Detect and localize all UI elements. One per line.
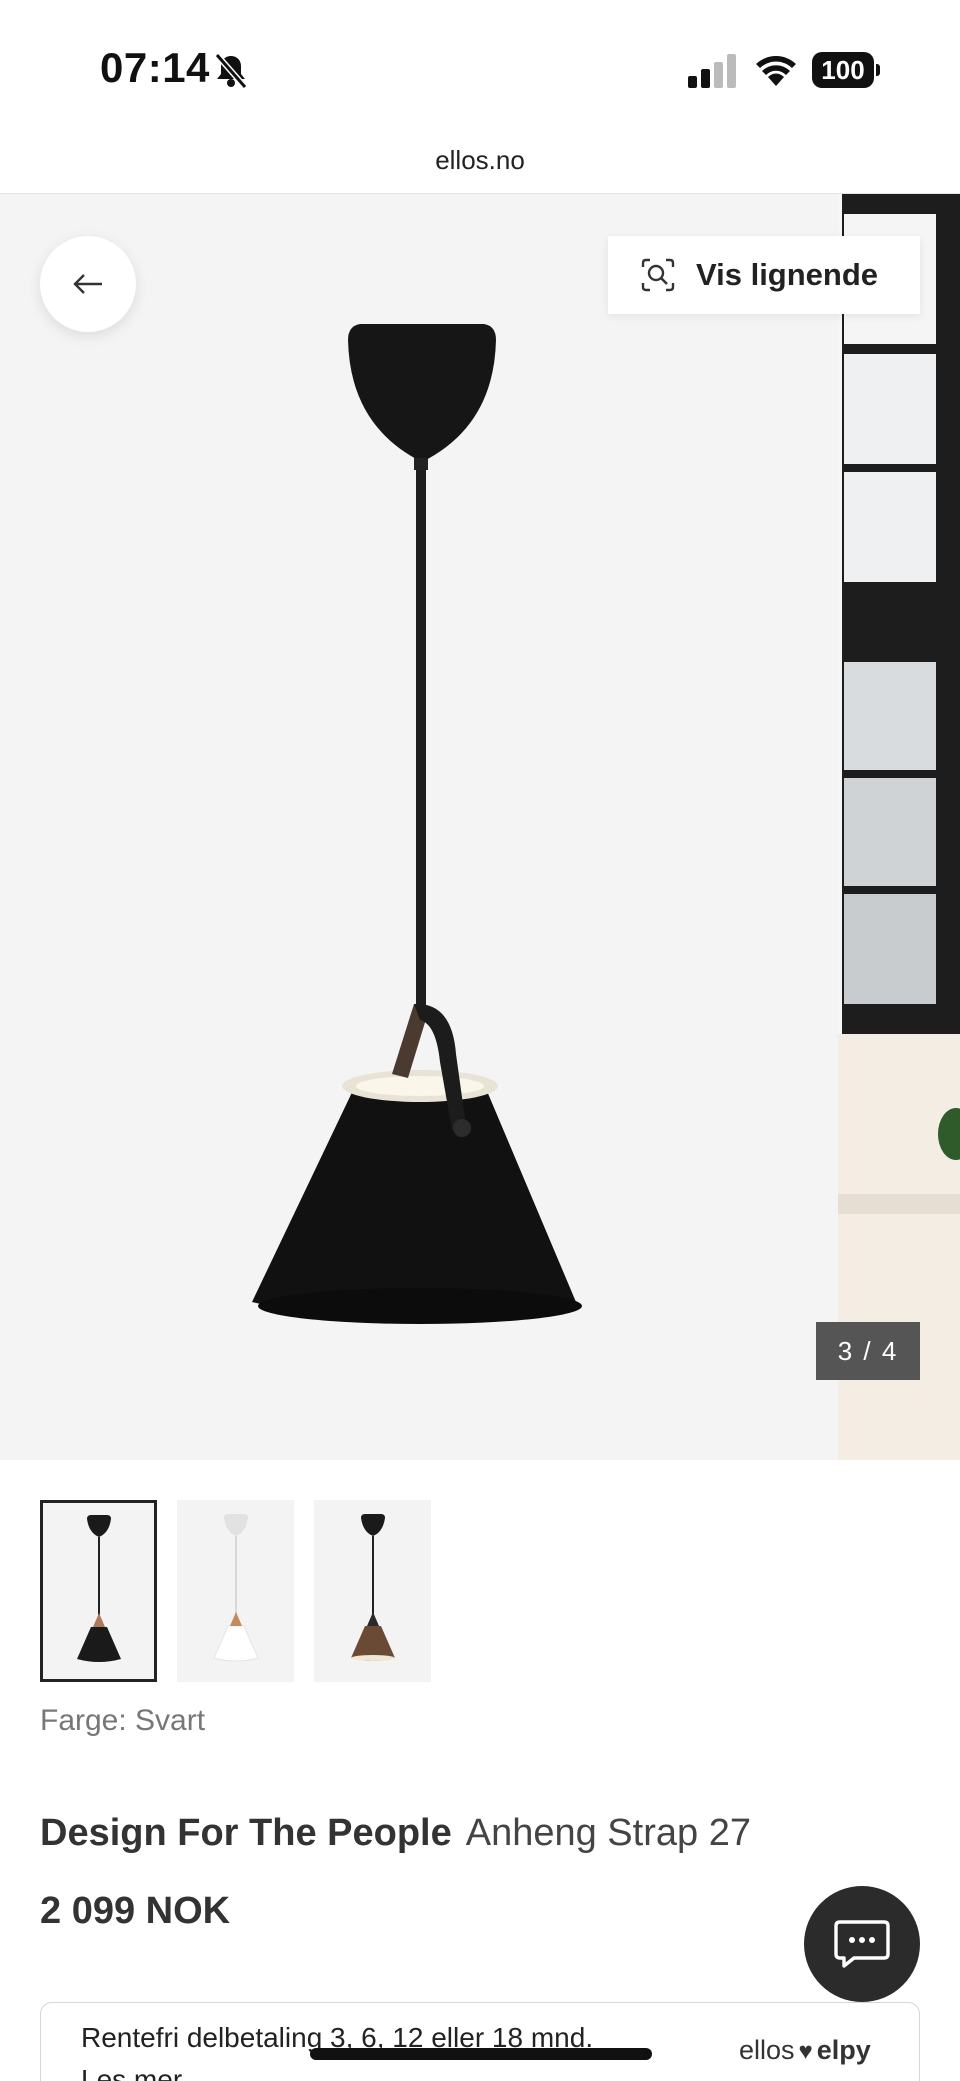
ellos-logo-text: ellos xyxy=(739,2035,795,2065)
image-pager: 3 / 4 xyxy=(816,1322,920,1380)
thumbnail-black[interactable] xyxy=(40,1500,157,1682)
cellular-signal-icon xyxy=(688,54,736,88)
arrow-left-icon xyxy=(73,274,102,294)
visual-search-icon xyxy=(641,258,675,292)
show-similar-label: Vis lignende xyxy=(696,257,879,292)
elpy-logo-text: elpy xyxy=(816,2035,871,2065)
product-brand[interactable]: Design For The People xyxy=(40,1812,452,1854)
product-title: Design For The People Anheng Strap 27 xyxy=(40,1812,751,1855)
color-thumbnails xyxy=(40,1500,431,1682)
chat-button[interactable] xyxy=(804,1886,920,2002)
thumbnail-white[interactable] xyxy=(177,1500,294,1682)
product-image-gallery[interactable]: Vis lignende 3 / 4 xyxy=(0,194,960,1460)
bell-slash-icon xyxy=(214,53,248,89)
browser-url-bar[interactable]: ellos.no xyxy=(0,130,960,194)
home-indicator[interactable] xyxy=(310,2048,652,2060)
thumbnail-brown[interactable] xyxy=(314,1500,431,1682)
status-time: 07:14 xyxy=(100,44,210,91)
chat-icon xyxy=(834,1920,890,1968)
show-similar-button[interactable]: Vis lignende xyxy=(608,236,920,314)
battery-level: 100 xyxy=(821,55,865,85)
status-bar: 07:14 100 xyxy=(0,0,960,130)
selected-color-label: Farge: Svart xyxy=(40,1704,206,1737)
read-more-link[interactable]: Les mer xyxy=(81,2059,182,2081)
back-button[interactable] xyxy=(40,236,136,332)
product-name: Anheng Strap 27 xyxy=(465,1812,751,1854)
wifi-icon xyxy=(756,56,796,86)
battery-icon: 100 xyxy=(812,52,880,88)
ellos-elpy-logo: ellos ♥ elpy xyxy=(739,2035,871,2066)
url-text: ellos.no xyxy=(435,145,525,175)
product-price: 2 099 NOK xyxy=(40,1890,231,1932)
financing-banner[interactable]: Rentefri delbetaling 3, 6, 12 eller 18 m… xyxy=(40,2002,920,2081)
next-image-peek xyxy=(838,194,960,1460)
heart-icon: ♥ xyxy=(798,2038,813,2065)
pendant-lamp-image xyxy=(252,324,582,1324)
